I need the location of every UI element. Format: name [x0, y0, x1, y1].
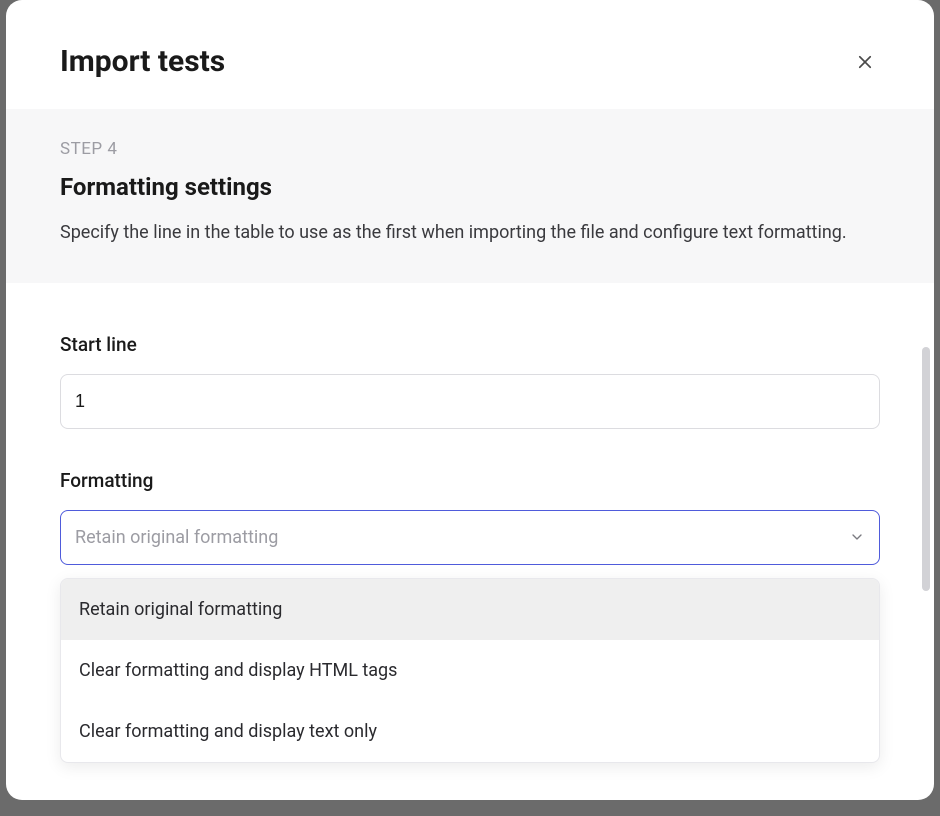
formatting-option[interactable]: Clear formatting and display text only — [61, 701, 879, 762]
formatting-option[interactable]: Clear formatting and display HTML tags — [61, 640, 879, 701]
step-description: Specify the line in the table to use as … — [60, 219, 880, 247]
formatting-group: Formatting Retain original formatting Re… — [60, 469, 880, 565]
start-line-group: Start line — [60, 333, 880, 429]
formatting-select[interactable]: Retain original formatting — [60, 510, 880, 565]
step-label: STEP 4 — [60, 139, 880, 159]
formatting-dropdown: Retain original formatting Clear formatt… — [60, 578, 880, 763]
step-title: Formatting settings — [60, 173, 880, 201]
modal-header: Import tests — [6, 0, 934, 109]
modal-title: Import tests — [60, 44, 225, 79]
close-button[interactable] — [850, 47, 880, 77]
start-line-label: Start line — [60, 333, 880, 356]
chevron-down-icon — [849, 529, 865, 545]
step-panel: STEP 4 Formatting settings Specify the l… — [6, 109, 934, 283]
form-section: Start line Formatting Retain original fo… — [6, 283, 934, 635]
import-tests-modal: Import tests STEP 4 Formatting settings … — [6, 0, 934, 800]
formatting-select-wrapper: Retain original formatting Retain origin… — [60, 510, 880, 565]
start-line-input[interactable] — [60, 374, 880, 429]
scrollbar-thumb[interactable] — [922, 347, 930, 591]
formatting-selected-value: Retain original formatting — [75, 527, 278, 548]
formatting-option[interactable]: Retain original formatting — [61, 579, 879, 640]
close-icon — [856, 53, 874, 71]
formatting-label: Formatting — [60, 469, 880, 492]
